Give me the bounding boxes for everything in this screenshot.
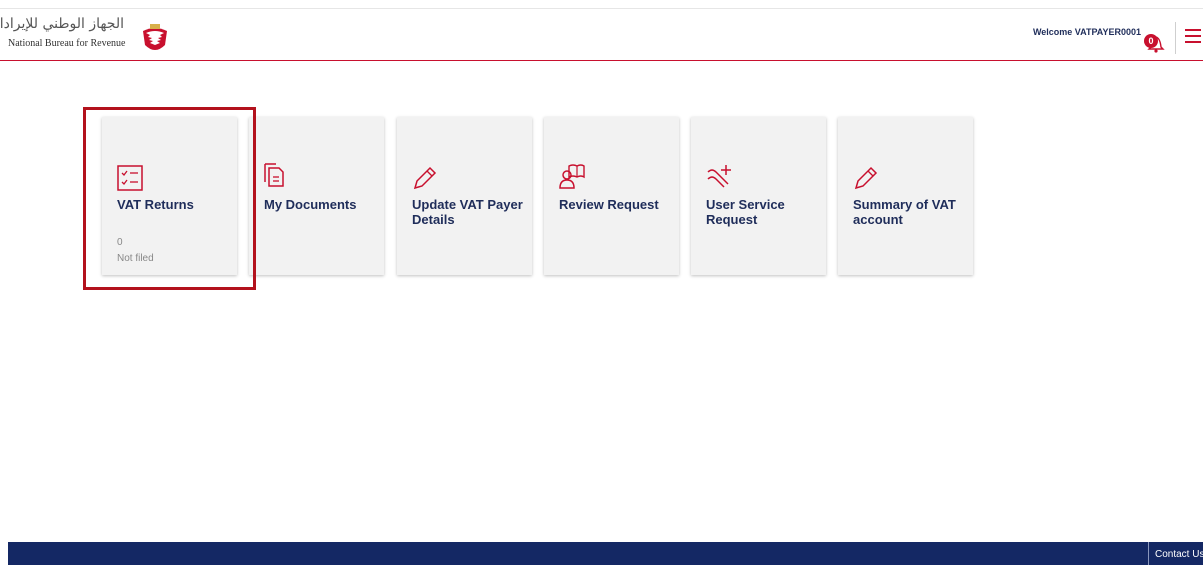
tile-vat-returns[interactable]: VAT Returns 0 Not filed <box>102 117 237 275</box>
checklist-icon <box>117 165 143 191</box>
footer: Contact Us <box>8 542 1203 565</box>
tools-plus-icon <box>707 165 731 188</box>
contact-us-link[interactable]: Contact Us <box>1155 549 1203 560</box>
tile-title: Review Request <box>559 197 659 212</box>
person-book-icon <box>559 164 585 189</box>
tile-status: Not filed <box>117 253 154 264</box>
tile-title: My Documents <box>264 197 357 212</box>
welcome-text: Welcome VATPAYER0001 <box>1032 27 1141 37</box>
top-rule <box>0 8 1203 9</box>
tile-title: VAT Returns <box>117 197 194 212</box>
pencil-icon <box>854 166 878 190</box>
tile-my-documents[interactable]: My Documents <box>249 117 384 275</box>
tile-title: Summary of VAT account <box>853 197 956 227</box>
header: الجهاز الوطني للإيرادات National Bureau … <box>0 0 1203 61</box>
footer-divider <box>1148 542 1149 565</box>
tile-title: User Service Request <box>706 197 785 227</box>
documents-icon <box>264 163 284 187</box>
notification-badge[interactable]: 0 <box>1144 34 1158 48</box>
hamburger-menu-icon[interactable] <box>1185 29 1201 43</box>
tile-review-request[interactable]: Review Request <box>544 117 679 275</box>
brand-arabic-text: الجهاز الوطني للإيرادات <box>0 16 124 32</box>
pencil-icon <box>413 166 437 190</box>
tile-title: Update VAT Payer Details <box>412 197 523 227</box>
tile-user-service-request[interactable]: User Service Request <box>691 117 826 275</box>
header-divider <box>1175 22 1176 54</box>
emblem-icon <box>143 24 167 50</box>
brand-english-text: National Bureau for Revenue <box>8 38 126 49</box>
tile-count: 0 <box>117 237 123 248</box>
tile-update-vat-payer-details[interactable]: Update VAT Payer Details <box>397 117 532 275</box>
brand-logo[interactable]: الجهاز الوطني للإيرادات National Bureau … <box>0 16 178 56</box>
tile-summary-of-vat-account[interactable]: Summary of VAT account <box>838 117 973 275</box>
